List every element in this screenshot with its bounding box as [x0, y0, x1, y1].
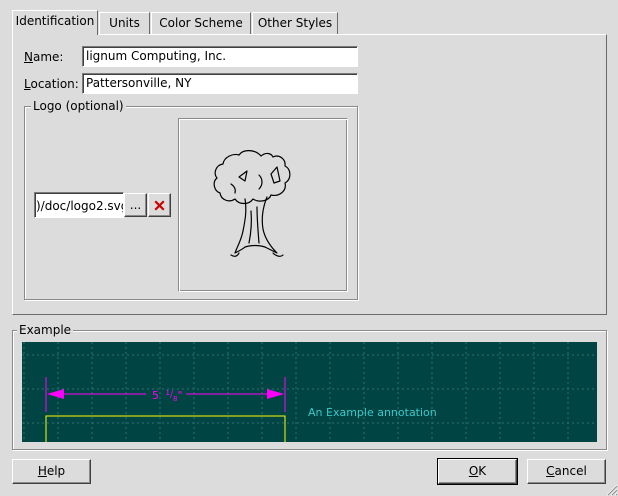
tab-identification[interactable]: Identification	[12, 10, 98, 35]
red-x-icon	[154, 200, 165, 211]
location-label: Location:	[24, 77, 79, 91]
tab-other-styles[interactable]: Other Styles	[252, 12, 338, 34]
name-field[interactable]: lignum Computing, Inc.	[82, 46, 358, 67]
ok-label-rest: K	[478, 464, 487, 478]
resize-grip-icon[interactable]	[604, 482, 618, 496]
dimension-whole: 5	[152, 389, 159, 402]
dimension-arrow-right	[267, 389, 284, 399]
example-drawing: 5 1/8" An Example annotation	[22, 342, 597, 442]
logo-group-title: Logo (optional)	[31, 99, 126, 113]
tab-label: Other Styles	[257, 16, 333, 30]
tab-label: Units	[109, 16, 140, 30]
logo-path-value: )/doc/logo2.svg	[36, 199, 124, 213]
example-canvas: 5 1/8" An Example annotation	[22, 342, 597, 442]
name-field-value: lignum Computing, Inc.	[86, 49, 227, 63]
dimension-unit: "	[177, 389, 182, 402]
clear-logo-button[interactable]	[148, 193, 171, 217]
cancel-mnemonic: C	[546, 464, 555, 478]
name-label-rest: ame:	[32, 50, 64, 64]
logo-preview	[178, 118, 348, 292]
tab-label: Identification	[15, 14, 95, 28]
tab-label: Color Scheme	[159, 16, 243, 30]
dimension-text: 5 1/8"	[152, 389, 183, 403]
example-geometry	[45, 415, 286, 442]
cancel-button[interactable]: Cancel	[527, 459, 606, 484]
tab-units[interactable]: Units	[99, 12, 150, 34]
example-annotation: An Example annotation	[308, 406, 437, 419]
cancel-label-rest: ancel	[554, 464, 587, 478]
example-group-title: Example	[17, 323, 74, 337]
ok-mnemonic: O	[468, 464, 479, 478]
help-button[interactable]: Help	[12, 459, 91, 484]
location-label-rest: ocation:	[30, 77, 79, 91]
name-label-mnemonic: N	[24, 50, 33, 64]
location-field-value: Pattersonville, NY	[86, 76, 192, 90]
browse-logo-label: ...	[129, 198, 142, 212]
ok-button[interactable]: OK	[437, 458, 518, 485]
dimension-arrow-left	[47, 389, 64, 399]
name-label: Name:	[24, 50, 63, 64]
help-mnemonic: H	[37, 464, 47, 478]
logo-path-field[interactable]: )/doc/logo2.svg	[34, 192, 124, 218]
browse-logo-button[interactable]: ...	[124, 193, 147, 217]
tree-drawing-icon	[213, 150, 291, 257]
help-label-rest: elp	[46, 464, 66, 478]
location-field[interactable]: Pattersonville, NY	[82, 73, 358, 94]
active-tab-join	[13, 33, 97, 36]
tab-color-scheme[interactable]: Color Scheme	[151, 12, 251, 34]
